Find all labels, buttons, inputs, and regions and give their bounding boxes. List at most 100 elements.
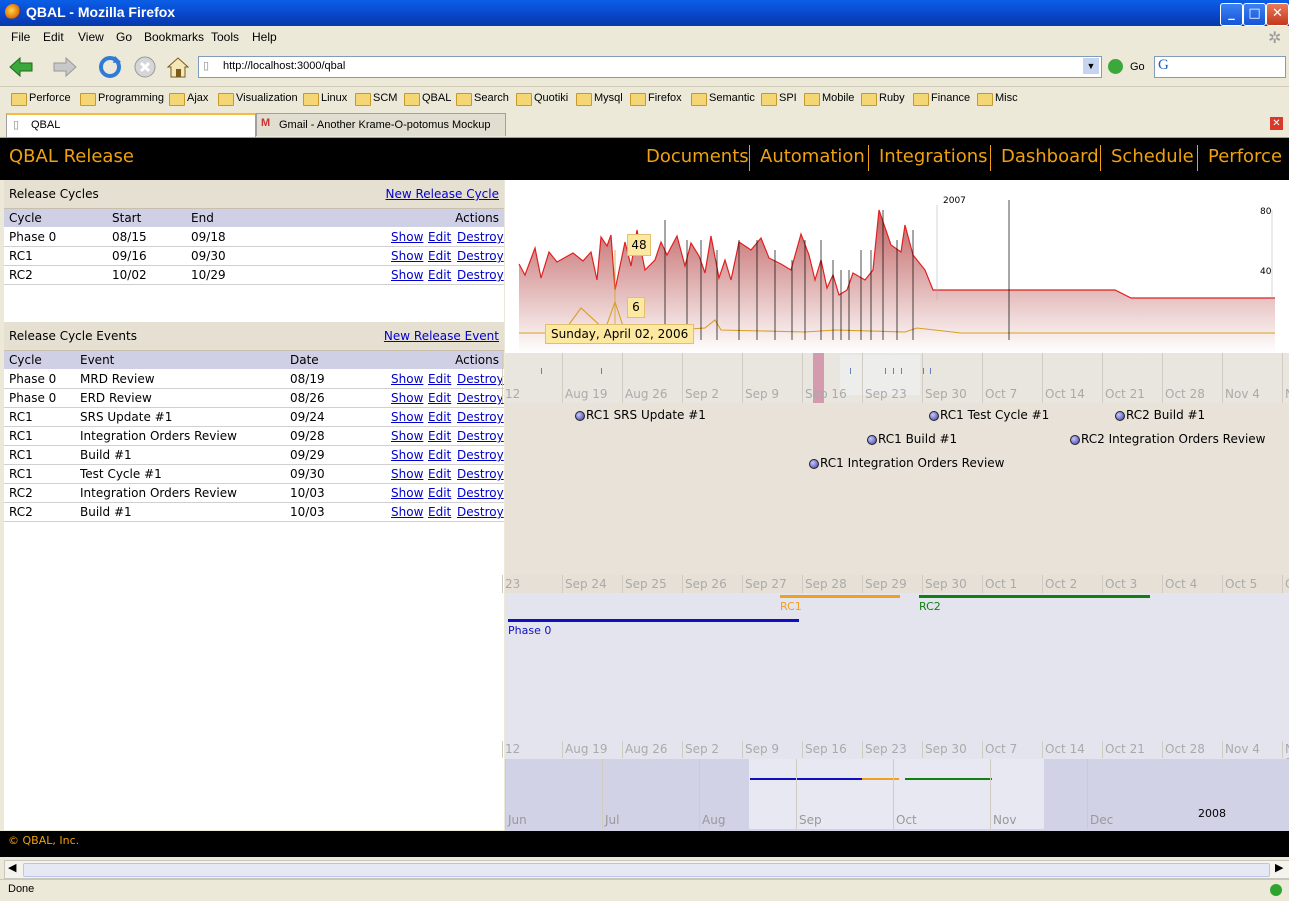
back-icon[interactable] bbox=[8, 54, 34, 80]
close-window-button[interactable]: ✕ bbox=[1266, 3, 1289, 26]
cycle-bar-rc2[interactable] bbox=[919, 595, 1150, 598]
destroy-link[interactable]: Destroy bbox=[457, 467, 504, 481]
menu-file[interactable]: File bbox=[11, 30, 30, 44]
show-link[interactable]: Show bbox=[391, 505, 423, 519]
stop-icon[interactable] bbox=[132, 54, 158, 80]
bookmark-mobile[interactable]: Mobile bbox=[804, 92, 854, 106]
window-titlebar[interactable]: QBAL - Mozilla Firefox _ □ ✕ bbox=[0, 0, 1289, 26]
menu-bookmarks[interactable]: Bookmarks bbox=[144, 30, 204, 44]
search-field[interactable]: G bbox=[1154, 56, 1286, 78]
timeline-event[interactable]: RC2 Integration Orders Review bbox=[1070, 432, 1266, 446]
home-icon[interactable] bbox=[165, 54, 191, 80]
url-field[interactable]: ▯ http://localhost:3000/qbal ▼ bbox=[198, 56, 1102, 78]
menu-edit[interactable]: Edit bbox=[43, 30, 64, 44]
show-link[interactable]: Show bbox=[391, 391, 423, 405]
timeline-event[interactable]: RC1 SRS Update #1 bbox=[575, 408, 706, 422]
brand-title[interactable]: QBAL Release bbox=[9, 146, 134, 167]
go-button[interactable]: Go bbox=[1130, 61, 1145, 73]
url-dropdown-icon[interactable]: ▼ bbox=[1083, 58, 1099, 74]
go-icon[interactable] bbox=[1108, 59, 1123, 74]
menu-go[interactable]: Go bbox=[116, 30, 132, 44]
bookmark-ruby[interactable]: Ruby bbox=[861, 92, 905, 106]
bookmark-spi[interactable]: SPI bbox=[761, 92, 797, 106]
cycle-bar-rc1[interactable] bbox=[780, 595, 900, 598]
destroy-link[interactable]: Destroy bbox=[457, 249, 504, 263]
edit-link[interactable]: Edit bbox=[428, 391, 451, 405]
nav-perforce[interactable]: Perforce bbox=[1208, 146, 1282, 167]
edit-link[interactable]: Edit bbox=[428, 372, 451, 386]
nav-documents[interactable]: Documents bbox=[646, 146, 749, 167]
bookmark-ajax[interactable]: Ajax bbox=[169, 92, 208, 106]
bookmark-misc[interactable]: Misc bbox=[977, 92, 1018, 106]
horizontal-scrollbar[interactable]: ◀ ▶ bbox=[4, 860, 1289, 879]
edit-link[interactable]: Edit bbox=[428, 268, 451, 282]
week-band[interactable]: 12 Aug 19 Aug 26 Sep 2 Sep 9 Sep 16 Sep 23 Sep … bbox=[502, 353, 1289, 415]
destroy-link[interactable]: Destroy bbox=[457, 230, 504, 244]
new-release-cycle-link[interactable]: New Release Cycle bbox=[386, 187, 499, 201]
bookmark-search[interactable]: Search bbox=[456, 92, 509, 106]
bookmark-scm[interactable]: SCM bbox=[355, 92, 397, 106]
destroy-link[interactable]: Destroy bbox=[457, 410, 504, 424]
nav-schedule[interactable]: Schedule bbox=[1111, 146, 1194, 167]
show-link[interactable]: Show bbox=[391, 372, 423, 386]
bookmark-programming[interactable]: Programming bbox=[80, 92, 164, 106]
edit-link[interactable]: Edit bbox=[428, 230, 451, 244]
bookmark-mysql[interactable]: Mysql bbox=[576, 92, 623, 106]
bookmark-semantic[interactable]: Semantic bbox=[691, 92, 755, 106]
show-link[interactable]: Show bbox=[391, 486, 423, 500]
events-band[interactable]: RC1 SRS Update #1 RC1 Test Cycle #1 RC2 … bbox=[505, 403, 1289, 575]
maximize-button[interactable]: □ bbox=[1243, 3, 1266, 26]
timeline-event[interactable]: RC2 Build #1 bbox=[1115, 408, 1205, 422]
edit-link[interactable]: Edit bbox=[428, 410, 451, 424]
cycles-band[interactable]: RC1 RC2 Phase 0 bbox=[505, 593, 1289, 741]
menu-help[interactable]: Help bbox=[252, 30, 277, 44]
bookmark-qbal[interactable]: QBAL bbox=[404, 92, 451, 106]
show-link[interactable]: Show bbox=[391, 230, 423, 244]
edit-link[interactable]: Edit bbox=[428, 505, 451, 519]
new-release-event-link[interactable]: New Release Event bbox=[384, 329, 499, 343]
destroy-link[interactable]: Destroy bbox=[457, 448, 504, 462]
tab-gmail[interactable]: M Gmail - Another Krame-O-potomus Mockup bbox=[256, 113, 506, 136]
forward-icon[interactable] bbox=[52, 54, 78, 80]
bookmark-firefox[interactable]: Firefox bbox=[630, 92, 682, 106]
edit-link[interactable]: Edit bbox=[428, 486, 451, 500]
show-link[interactable]: Show bbox=[391, 249, 423, 263]
edit-link[interactable]: Edit bbox=[428, 249, 451, 263]
reload-icon[interactable] bbox=[97, 54, 123, 80]
overview-band[interactable]: 2008 Jun Jul Aug Sep Oct Nov Dec bbox=[505, 759, 1289, 831]
show-link[interactable]: Show bbox=[391, 429, 423, 443]
tab-qbal[interactable]: ▯ QBAL bbox=[6, 113, 256, 137]
menu-tools[interactable]: Tools bbox=[211, 30, 239, 44]
nav-automation[interactable]: Automation bbox=[760, 146, 865, 167]
scroll-right-icon[interactable]: ▶ bbox=[1275, 861, 1283, 874]
menu-view[interactable]: View bbox=[78, 30, 104, 44]
bookmark-quotiki[interactable]: Quotiki bbox=[516, 92, 568, 106]
destroy-link[interactable]: Destroy bbox=[457, 268, 504, 282]
timeline-event[interactable]: RC1 Build #1 bbox=[867, 432, 957, 446]
nav-integrations[interactable]: Integrations bbox=[879, 146, 988, 167]
show-link[interactable]: Show bbox=[391, 448, 423, 462]
nav-dashboard[interactable]: Dashboard bbox=[1001, 146, 1099, 167]
scroll-thumb[interactable] bbox=[23, 863, 1270, 877]
show-link[interactable]: Show bbox=[391, 410, 423, 424]
close-tab-icon[interactable]: ✕ bbox=[1270, 117, 1283, 130]
destroy-link[interactable]: Destroy bbox=[457, 486, 504, 500]
bookmark-linux[interactable]: Linux bbox=[303, 92, 347, 106]
bookmark-finance[interactable]: Finance bbox=[913, 92, 970, 106]
timeline-chart[interactable]: 2007 80 40 48 6 Sunday, April 02, 2006 bbox=[505, 180, 1289, 353]
show-link[interactable]: Show bbox=[391, 467, 423, 481]
timeline-event[interactable]: RC1 Integration Orders Review bbox=[809, 456, 1005, 470]
cycle-bar-phase0[interactable] bbox=[508, 619, 799, 622]
destroy-link[interactable]: Destroy bbox=[457, 372, 504, 386]
bookmark-visualization[interactable]: Visualization bbox=[218, 92, 298, 106]
minimize-button[interactable]: _ bbox=[1220, 3, 1243, 26]
destroy-link[interactable]: Destroy bbox=[457, 391, 504, 405]
timeline-event[interactable]: RC1 Test Cycle #1 bbox=[929, 408, 1049, 422]
show-link[interactable]: Show bbox=[391, 268, 423, 282]
edit-link[interactable]: Edit bbox=[428, 429, 451, 443]
bookmark-perforce[interactable]: Perforce bbox=[11, 92, 71, 106]
destroy-link[interactable]: Destroy bbox=[457, 505, 504, 519]
destroy-link[interactable]: Destroy bbox=[457, 429, 504, 443]
scroll-left-icon[interactable]: ◀ bbox=[8, 861, 16, 874]
edit-link[interactable]: Edit bbox=[428, 448, 451, 462]
